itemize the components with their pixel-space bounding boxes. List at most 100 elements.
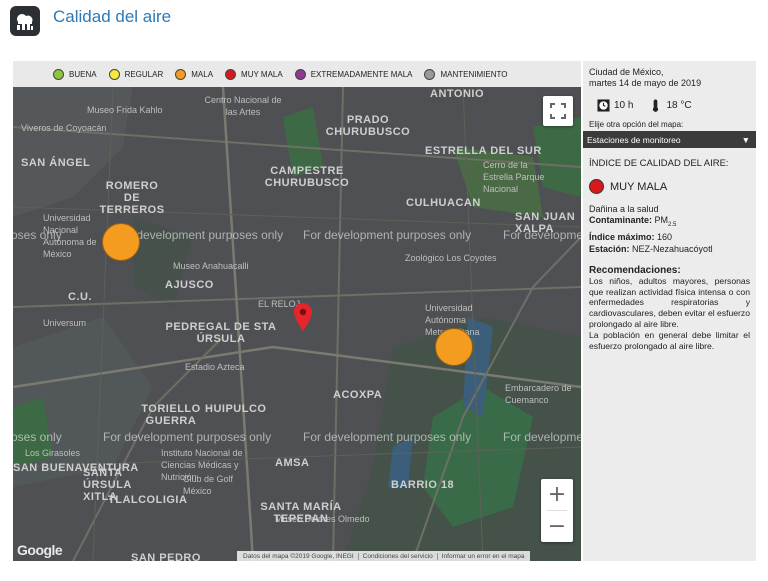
legend-label: EXTREMADAMENTE MALA: [310, 69, 413, 79]
map-label: ESTRELLA DEL SUR: [425, 145, 542, 157]
legend-item-buena: BUENA: [53, 68, 97, 80]
map-label: CAMPESTRE CHURUBUSCO: [264, 165, 350, 189]
air-quality-legend: BUENA REGULAR MALA MUY MALA EXTREMADAMEN…: [13, 61, 581, 87]
map-label: TORIELLO GUERRA: [141, 403, 201, 427]
legend-label: MUY MALA: [241, 69, 283, 79]
legend-label: MANTENIMIENTO: [440, 69, 508, 79]
map-label: PRADO CHURUBUSCO: [325, 114, 411, 138]
legend-label: MALA: [191, 69, 214, 79]
google-logo[interactable]: Google: [17, 542, 63, 558]
map-label: SAN ÁNGEL: [21, 157, 91, 169]
fullscreen-button[interactable]: [543, 96, 573, 126]
map-label: BARRIO 18: [391, 479, 455, 491]
watermark: oses only: [13, 430, 62, 444]
station-label: Estación:: [589, 243, 630, 254]
health-label: Dañina a la salud: [589, 204, 659, 214]
map-label: Los Girasoles: [25, 448, 81, 458]
station-marker[interactable]: [435, 328, 473, 366]
date-label: martes 14 de mayo de 2019: [589, 78, 702, 88]
map-label: SAN PEDRO: [131, 552, 201, 561]
map-label: ROMERO DE TERREROS: [99, 180, 165, 216]
legend-dot: [225, 68, 237, 80]
map-label: AMSA: [275, 457, 310, 469]
map-view[interactable]: Museo Frida Kahlo Centro Nacional de las…: [13, 87, 581, 561]
info-panel: Ciudad de México, martes 14 de mayo de 2…: [583, 61, 756, 561]
legend-item-muy-mala: MUY MALA: [225, 68, 283, 80]
pollutant-value: PM: [654, 215, 669, 225]
map-label: HUIPULCO: [205, 403, 267, 415]
iaq-title: ÍNDICE DE CALIDAD DEL AIRE:: [589, 158, 729, 169]
legend-dot: [53, 68, 64, 80]
max-index-value: 160: [657, 231, 673, 242]
map-label: Club de Golf México: [183, 474, 234, 496]
map-label: C.U.: [68, 291, 92, 303]
zoom-control: + −: [541, 479, 573, 542]
legend-label: BUENA: [69, 69, 97, 79]
map-label: SANTA MARÍA TEPEPAN: [260, 501, 342, 525]
map-label: PEDREGAL DE STA ÚRSULA: [165, 321, 277, 345]
report-error-link[interactable]: Informar un error en el mapa: [438, 553, 529, 560]
watermark: For development purposes only: [303, 228, 472, 242]
clock-icon: [597, 98, 610, 112]
watermark: For development purposes only: [303, 430, 472, 444]
legend-dot: [108, 68, 120, 80]
pollutant-subscript: 2.5: [668, 221, 677, 228]
zoom-out-button[interactable]: −: [541, 511, 573, 542]
station-value: NEZ-Nezahuacóyotl: [632, 243, 713, 254]
map-label: ANTONIO: [430, 88, 485, 100]
weather-row: 10 h 18 °C: [589, 98, 750, 112]
dropdown-arrow-icon: ▼: [741, 134, 750, 145]
map-label: Museo Anahuacalli: [173, 261, 249, 271]
map-label: Centro Nacional de las Artes: [204, 95, 282, 117]
map-label: Zoológico Los Coyotes: [405, 253, 497, 263]
city-label: Ciudad de México,: [589, 67, 664, 77]
cloud-city-icon[interactable]: [10, 6, 40, 36]
zoom-in-button[interactable]: +: [541, 479, 573, 510]
legend-dot: [294, 68, 306, 80]
terms-link[interactable]: Condiciones del servicio: [359, 552, 438, 560]
status-dot: [589, 179, 604, 194]
map-label: ACOXPA: [333, 389, 383, 401]
map-label: Cerro de la Estrella Parque Nacional: [483, 160, 545, 194]
max-index-row: Índice máximo: 160: [589, 231, 750, 243]
app-header: Calidad del aire: [0, 0, 768, 42]
location-pin-icon[interactable]: [294, 303, 312, 331]
map-option-select[interactable]: Estaciones de monitoreo ▼: [583, 131, 756, 148]
page-title: Calidad del aire: [53, 7, 172, 26]
legend-label: REGULAR: [124, 69, 164, 79]
map-label: Museo Frida Kahlo: [87, 105, 163, 115]
temperature-value: 18 °C: [666, 99, 692, 111]
pollutant-label: Contaminante:: [589, 215, 652, 225]
legend-item-mala: MALA: [175, 68, 214, 80]
map-label: AJUSCO: [165, 279, 214, 291]
legend-dot: [175, 68, 187, 80]
legend-item-mantenimiento: MANTENIMIENTO: [424, 68, 508, 80]
status-row: MUY MALA: [589, 179, 750, 194]
watermark: oses only: [13, 228, 62, 242]
recommendations-text-2: La población en general debe limitar el …: [589, 329, 750, 351]
time-value: 10 h: [614, 99, 634, 111]
station-row: Estación: NEZ-Nezahuacóyotl: [589, 243, 750, 255]
thermometer-icon: [653, 98, 659, 112]
pollutant-row: Contaminante: PM2.5: [589, 214, 750, 231]
map-option-label: Elije otra opción del mapa:: [589, 120, 684, 129]
watermark: For development purposes only: [103, 430, 272, 444]
watermark: For developme: [503, 430, 581, 444]
station-marker[interactable]: [102, 223, 140, 261]
map-label: Viveros de Coyoacán: [21, 123, 107, 133]
fullscreen-icon: [550, 103, 566, 119]
map-data-credit: Datos del mapa ©2019 Google, INEGI: [239, 552, 359, 560]
map-label: Embarcadero de Cuemanco: [505, 383, 572, 405]
max-index-label: Índice máximo:: [589, 231, 655, 242]
map-label: CULHUACAN: [406, 197, 481, 209]
map-label: Universum: [43, 318, 87, 328]
recommendations-title: Recomendaciones:: [589, 264, 681, 276]
map-option-selected: Estaciones de monitoreo: [587, 134, 681, 145]
legend-item-extremadamente-mala: EXTREMADAMENTE MALA: [294, 68, 413, 80]
map-label: TLALCOLIGIA: [108, 494, 188, 506]
watermark: For developme: [503, 228, 581, 242]
legend-dot: [424, 68, 436, 80]
recommendations-text-1: Los niños, adultos mayores, personas que…: [589, 275, 750, 329]
map-label: Estadio Azteca: [185, 362, 245, 372]
map-attribution: Datos del mapa ©2019 Google, INEGI Condi…: [237, 551, 531, 561]
